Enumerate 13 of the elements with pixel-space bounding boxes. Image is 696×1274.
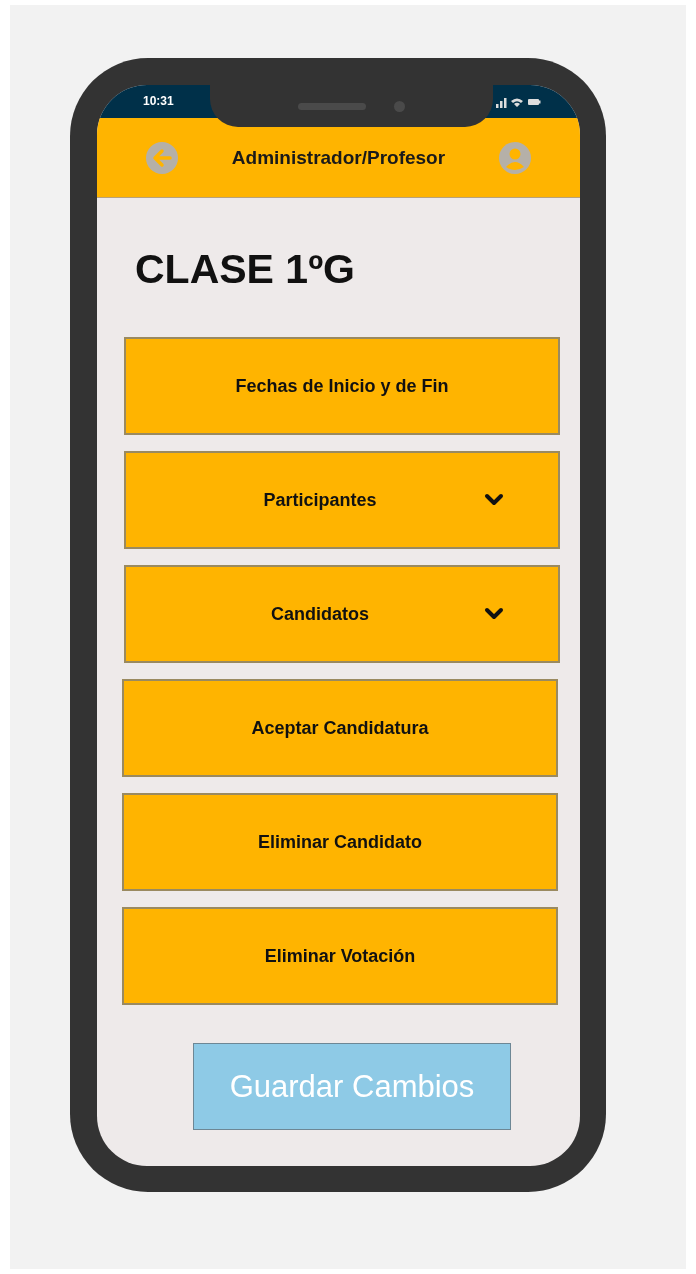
menu-button[interactable]: Aceptar Candidatura [122, 679, 558, 777]
menu-button[interactable]: Eliminar Candidato [122, 793, 558, 891]
menu-button[interactable]: Eliminar Votación [122, 907, 558, 1005]
header-title: Administrador/Profesor [231, 146, 446, 169]
chevron-down-icon [484, 607, 504, 621]
chevron-down-icon [484, 493, 504, 507]
status-time: 10:31 [143, 93, 174, 108]
user-avatar-icon[interactable] [499, 141, 531, 174]
dropdown-button[interactable]: Participantes [124, 451, 560, 549]
menu-button[interactable]: Fechas de Inicio y de Fin [124, 337, 560, 435]
signal-wifi-battery-icon [496, 95, 542, 108]
page-title: CLASE 1ºG [135, 246, 356, 293]
dropdown-button[interactable]: Candidatos [124, 565, 560, 663]
